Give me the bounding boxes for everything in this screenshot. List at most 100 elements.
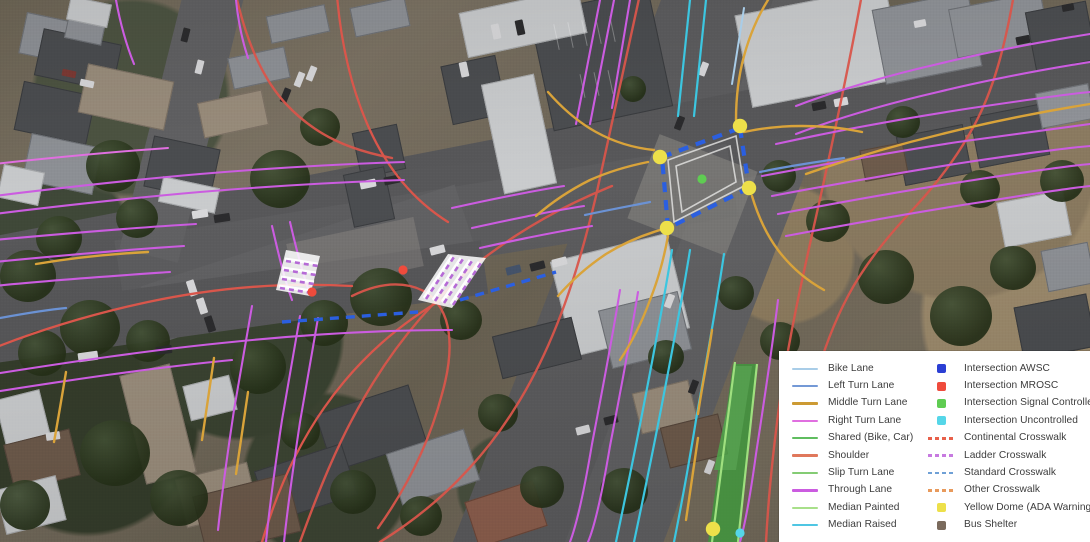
map-legend: Bike Lane Left Turn Lane Middle Turn Lane R… [779, 351, 1090, 542]
middle-turn-lane [200, 356, 216, 442]
legend-item[interactable]: Yellow Dome (ADA Warning) [927, 499, 1090, 516]
legend-item-label: Through Lane [828, 484, 893, 496]
legend-item[interactable]: Intersection Signal Controlled [927, 395, 1090, 412]
legend-item[interactable]: Shared (Bike, Car) [791, 430, 921, 447]
standard-crosswalk [459, 270, 557, 302]
middle-turn-lane [750, 194, 826, 292]
legend-column-lane-types: Bike Lane Left Turn Lane Middle Turn Lane R… [779, 360, 921, 542]
through-lane [0, 270, 172, 287]
through-lane [470, 204, 586, 230]
legend-item[interactable]: Slip Turn Lane [791, 464, 921, 481]
standard-crosswalk-west [659, 156, 671, 229]
legend-dot-swatch [927, 364, 955, 374]
intersection-mrosc-marker [307, 287, 317, 297]
legend-item[interactable]: Bike Lane [791, 360, 921, 377]
intersection-uncontrolled-marker [735, 528, 745, 538]
legend-item-label: Left Turn Lane [828, 379, 895, 391]
through-lane [568, 288, 622, 542]
yellow-dome [652, 149, 668, 165]
legend-item-label: Ladder Crosswalk [964, 449, 1047, 461]
legend-item[interactable]: Median Raised [791, 517, 921, 534]
legend-swatch-line [792, 506, 818, 510]
legend-item-label: Median Raised [828, 519, 897, 531]
legend-item-label: Slip Turn Lane [828, 466, 895, 478]
legend-item-label: Middle Turn Lane [828, 397, 908, 409]
aerial-map-viewer[interactable]: Bike Lane Left Turn Lane Middle Turn Lane R… [0, 0, 1090, 542]
shoulder-line [235, 0, 394, 160]
through-lane [0, 178, 406, 215]
yellow-dome [741, 180, 757, 196]
shoulder-line [298, 184, 614, 542]
legend-item[interactable]: Other Crosswalk [927, 482, 1090, 499]
legend-item[interactable]: Intersection Uncontrolled [927, 412, 1090, 429]
bike-lane [731, 7, 745, 85]
legend-item-label: Shared (Bike, Car) [828, 432, 914, 444]
legend-item[interactable]: Shoulder [791, 447, 921, 464]
through-lane [264, 314, 302, 542]
median-raised-line [692, 0, 708, 118]
middle-turn-lane [546, 90, 656, 152]
legend-item[interactable]: Intersection MROSC [927, 377, 1090, 394]
legend-swatch-dash [928, 489, 954, 492]
legend-dot-swatch [927, 520, 955, 530]
legend-swatch-dot [936, 503, 946, 513]
legend-swatch-line [792, 524, 818, 527]
legend-line-swatch [791, 506, 819, 510]
ladder-crosswalk-northeast [418, 254, 486, 308]
legend-item-label: Bike Lane [828, 362, 874, 374]
legend-line-swatch [791, 471, 819, 475]
through-lane [784, 184, 1090, 238]
legend-item[interactable]: Right Turn Lane [791, 412, 921, 429]
legend-swatch-dash [928, 436, 954, 440]
legend-item-label: Intersection MROSC [964, 379, 1059, 391]
legend-item[interactable]: Ladder Crosswalk [927, 447, 1090, 464]
legend-swatch-dot [936, 416, 946, 426]
legend-line-swatch [791, 384, 819, 388]
legend-dash-swatch [927, 436, 955, 440]
legend-item-label: Other Crosswalk [964, 484, 1041, 496]
legend-item-label: Intersection Signal Controlled [964, 397, 1090, 409]
legend-swatch-dash [928, 471, 954, 475]
middle-turn-lane [234, 390, 250, 476]
legend-swatch-dash [928, 454, 954, 457]
through-lane [588, 0, 616, 126]
middle-turn-lane [618, 234, 670, 362]
legend-line-swatch [791, 419, 819, 423]
legend-item-label: Bus Shelter [964, 519, 1018, 531]
legend-swatch-dot [936, 364, 946, 374]
legend-line-swatch [791, 402, 819, 405]
legend-item[interactable]: Left Turn Lane [791, 377, 921, 394]
legend-item-label: Right Turn Lane [828, 414, 902, 426]
middle-turn-lane [804, 102, 1090, 176]
shoulder-line [350, 283, 451, 530]
intersection-mrosc-marker [398, 265, 408, 275]
right-turn-lane [0, 147, 169, 165]
legend-item-label: Shoulder [828, 449, 870, 461]
legend-dot-swatch [927, 381, 955, 391]
yellow-dome [732, 118, 748, 134]
median-raised-line [676, 0, 692, 118]
legend-item[interactable]: Middle Turn Lane [791, 395, 921, 412]
standard-crosswalk-north [661, 126, 741, 159]
legend-item-label: Yellow Dome (ADA Warning) [964, 501, 1090, 513]
legend-item[interactable]: Standard Crosswalk [927, 464, 1090, 481]
legend-swatch-line [792, 419, 818, 423]
legend-item[interactable]: Through Lane [791, 482, 921, 499]
legend-dash-swatch [927, 454, 955, 457]
intersection-signal-controlled-marker [697, 174, 707, 184]
legend-swatch-line [792, 489, 818, 492]
left-turn-lanes [0, 156, 846, 320]
legend-item[interactable]: Bus Shelter [927, 517, 1090, 534]
legend-dash-swatch [927, 489, 955, 492]
legend-swatch-line [792, 454, 818, 457]
legend-dot-swatch [927, 416, 955, 426]
through-lane [776, 162, 1090, 216]
legend-line-swatch [791, 367, 819, 370]
left-turn-lane [0, 306, 68, 320]
legend-item[interactable]: Continental Crosswalk [927, 430, 1090, 447]
legend-item-label: Continental Crosswalk [964, 432, 1067, 444]
legend-item[interactable]: Median Painted [791, 499, 921, 516]
legend-item[interactable]: Intersection AWSC [927, 360, 1090, 377]
yellow-dome [705, 521, 721, 537]
legend-swatch-line [792, 384, 818, 388]
